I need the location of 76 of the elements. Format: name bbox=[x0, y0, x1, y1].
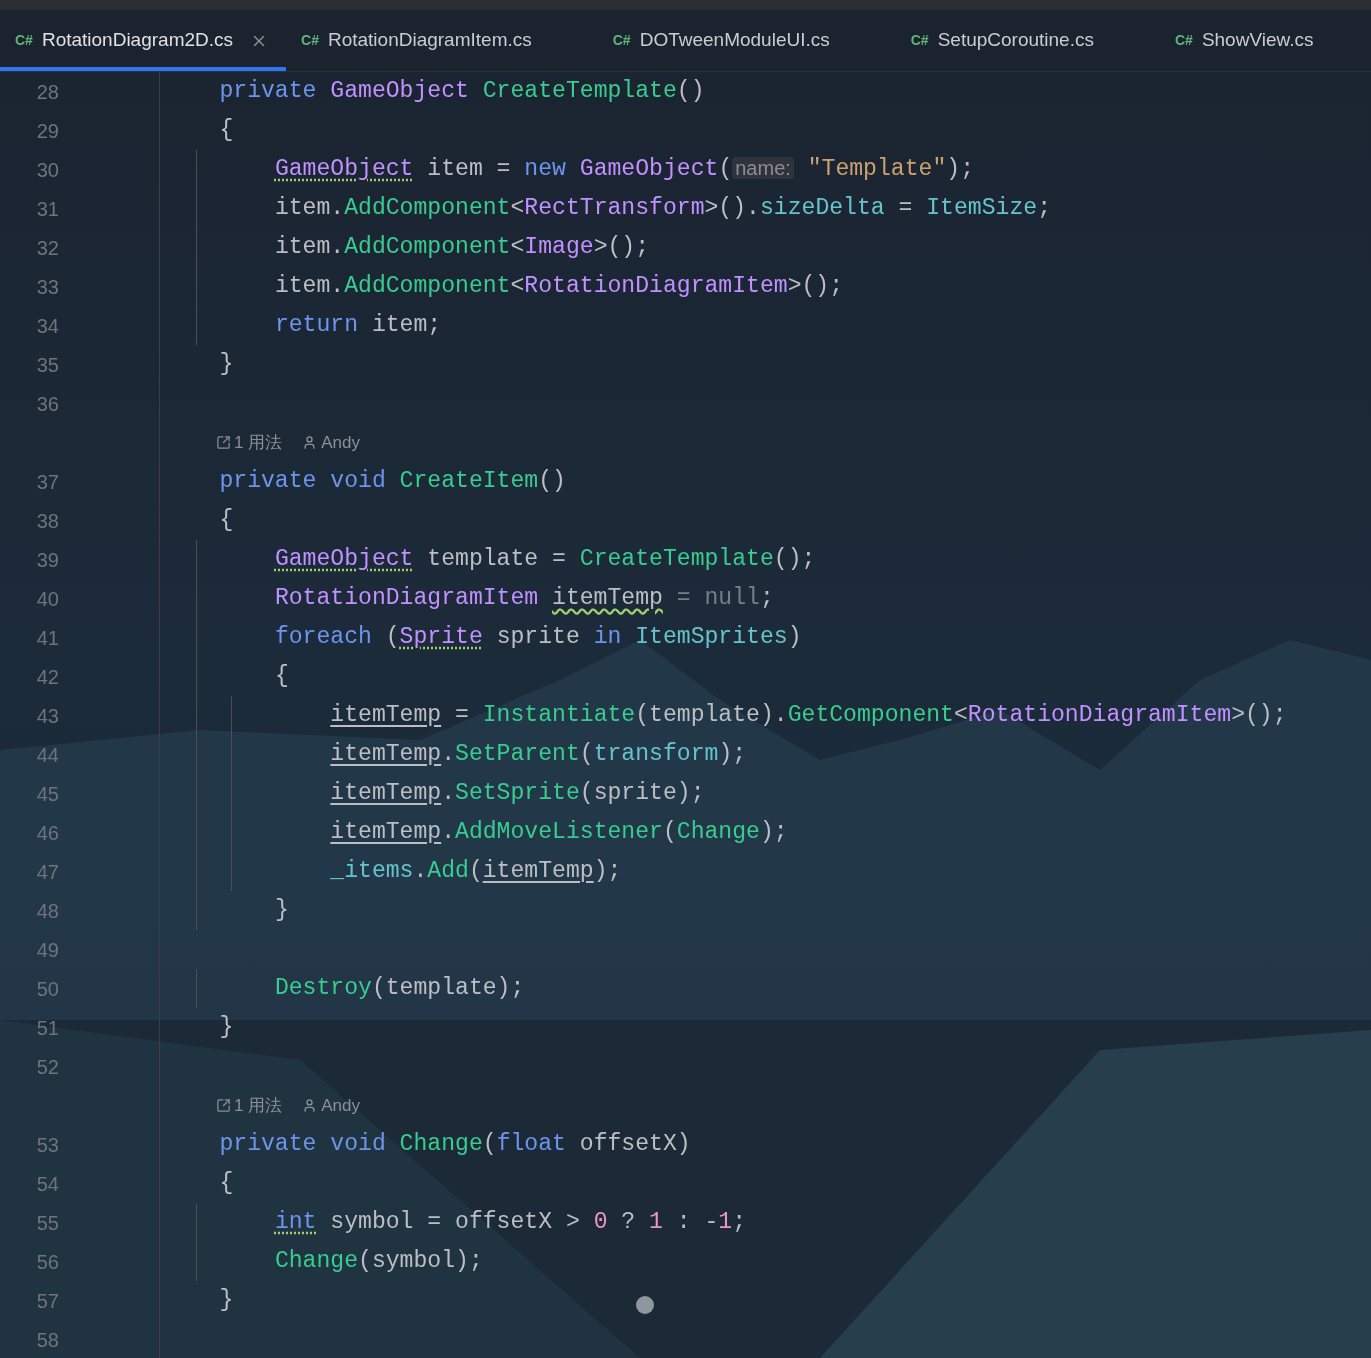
author-icon bbox=[302, 435, 318, 450]
editor-tab[interactable]: C# SetupCoroutine.cs bbox=[895, 10, 1112, 71]
line-number: 38 bbox=[36, 508, 59, 534]
line-number: 47 bbox=[36, 859, 59, 885]
line-number: 51 bbox=[36, 1015, 59, 1041]
code-line: { bbox=[218, 118, 234, 143]
code-line: _items.Add(itemTemp); bbox=[329, 859, 622, 884]
editor-tab[interactable]: C# RotationDiagramItem.cs bbox=[286, 10, 550, 71]
line-number: 55 bbox=[36, 1210, 59, 1236]
csharp-file-icon: C# bbox=[15, 30, 33, 51]
editor-tab[interactable]: C# DOTweenModuleUI.cs bbox=[597, 10, 848, 71]
code-line: Change(symbol); bbox=[273, 1249, 483, 1274]
code-line: item.AddComponent<RectTransform>().sizeDelta = ItemSize; bbox=[273, 196, 1051, 221]
author-icon bbox=[302, 1098, 318, 1113]
code-line: } bbox=[218, 352, 234, 377]
line-number: 58 bbox=[36, 1327, 59, 1353]
line-number: 57 bbox=[36, 1288, 59, 1314]
line-number: 30 bbox=[36, 157, 59, 183]
code-line: item.AddComponent<Image>(); bbox=[273, 235, 650, 260]
line-number: 45 bbox=[36, 781, 59, 807]
line-number: 39 bbox=[36, 547, 59, 573]
line-number: 37 bbox=[36, 469, 59, 495]
line-number: 28 bbox=[36, 79, 59, 105]
line-number: 49 bbox=[36, 937, 59, 963]
code-line: RotationDiagramItem itemTemp = null; bbox=[273, 586, 774, 611]
code-line: Destroy(template); bbox=[273, 976, 525, 1001]
editor-tab[interactable]: C# ShowView.cs bbox=[1159, 10, 1332, 71]
usages-link[interactable]: 1 用法 bbox=[234, 1092, 283, 1119]
code-line: itemTemp.SetParent(transform); bbox=[329, 742, 747, 767]
usages-icon bbox=[216, 435, 231, 450]
code-line: } bbox=[273, 898, 289, 923]
line-number: 52 bbox=[36, 1054, 59, 1080]
code-line: { bbox=[273, 664, 289, 689]
line-number: 53 bbox=[36, 1132, 59, 1158]
code-line: return item; bbox=[273, 313, 442, 338]
line-number: 41 bbox=[36, 625, 59, 651]
line-number: 31 bbox=[36, 196, 59, 222]
line-number: 29 bbox=[36, 118, 59, 144]
line-number: 32 bbox=[36, 235, 59, 261]
code-line: { bbox=[218, 1171, 234, 1196]
line-number: 43 bbox=[36, 703, 59, 729]
line-number: 48 bbox=[36, 898, 59, 924]
code-line: } bbox=[218, 1288, 234, 1313]
code-line: GameObject item = new GameObject(name: "Template"); bbox=[273, 157, 974, 182]
csharp-file-icon: C# bbox=[612, 30, 631, 51]
code-line: itemTemp.AddMoveListener(Change); bbox=[329, 820, 788, 845]
line-number: 50 bbox=[36, 976, 59, 1002]
line-number: 54 bbox=[36, 1171, 59, 1197]
author-name: Andy bbox=[321, 1094, 360, 1117]
code-line: int symbol = offsetX > 0 ? 1 : -1; bbox=[273, 1210, 747, 1235]
line-number: 34 bbox=[36, 313, 59, 339]
csharp-file-icon: C# bbox=[301, 30, 319, 51]
line-number: 46 bbox=[36, 820, 59, 846]
code-line: itemTemp.SetSprite(sprite); bbox=[329, 781, 705, 806]
code-line: } bbox=[218, 1015, 234, 1040]
code-line: itemTemp = Instantiate(template).GetComponent<RotationDiagramItem>(); bbox=[329, 703, 1287, 728]
code-line: GameObject template = CreateTemplate(); bbox=[273, 547, 816, 572]
usages-icon bbox=[216, 1098, 231, 1113]
code-line: private void CreateItem() bbox=[218, 469, 566, 494]
author-name: Andy bbox=[321, 431, 360, 454]
line-number: 35 bbox=[36, 352, 59, 378]
csharp-file-icon: C# bbox=[910, 30, 929, 51]
code-line: private void Change(float offsetX) bbox=[218, 1132, 691, 1157]
code-line: item.AddComponent<RotationDiagramItem>(); bbox=[273, 274, 844, 299]
code-line: foreach (Sprite sprite in ItemSprites) bbox=[273, 625, 802, 650]
line-number: 33 bbox=[36, 274, 59, 300]
editor-tab[interactable]: C# RotationDiagram2D.cs bbox=[0, 10, 287, 71]
line-number: 44 bbox=[36, 742, 59, 768]
code-line: { bbox=[218, 508, 234, 533]
line-number: 42 bbox=[36, 664, 59, 690]
csharp-file-icon: C# bbox=[1174, 30, 1193, 51]
line-number: 36 bbox=[36, 391, 59, 417]
line-number: 56 bbox=[36, 1249, 59, 1275]
code-line: private GameObject CreateTemplate() bbox=[218, 79, 705, 104]
usages-link[interactable]: 1 用法 bbox=[234, 429, 283, 456]
line-number: 40 bbox=[36, 586, 59, 612]
